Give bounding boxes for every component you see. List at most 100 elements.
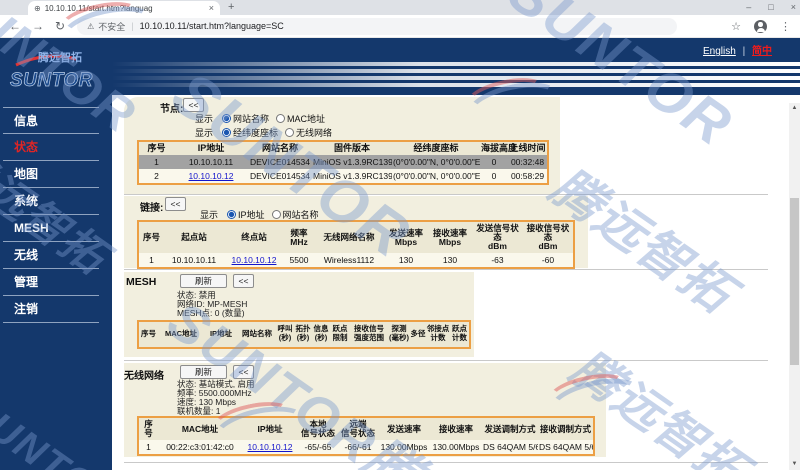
forward-icon[interactable]: → — [32, 19, 44, 33]
url-text: 10.10.10.11/start.htm?language=SC — [140, 21, 284, 31]
col-header: 海拔高度 — [480, 141, 508, 155]
sidebar-item-info[interactable]: 信息 — [3, 107, 99, 134]
sidebar-item-wireless[interactable]: 无线 — [3, 242, 99, 269]
tab-title: 10.10.10.11/start.htm?languag — [45, 4, 205, 13]
node-ip-link[interactable]: 10.10.10.12 — [189, 171, 234, 181]
wireless-refresh-button[interactable]: 刷新 — [180, 365, 227, 379]
radio-mac-address-label: MAC地址 — [287, 112, 325, 125]
col-header: IP地址 — [174, 141, 248, 155]
radio-mac-address[interactable] — [276, 114, 285, 123]
col-header: 接收信号状态 dBm — [523, 221, 574, 253]
browser-tab-strip: ⊕ 10.10.10.11/start.htm?languag × + – □ … — [0, 0, 800, 15]
globe-icon: ⊕ — [34, 4, 41, 13]
banner-stripe — [112, 69, 800, 73]
col-header: 网站名称 — [248, 141, 312, 155]
mesh-status-block: 状态: 禁用 网络ID: MP-MESH MESH点: 0 (数量) — [177, 291, 247, 318]
profile-avatar[interactable] — [754, 20, 767, 33]
link-collapse-button[interactable]: << — [165, 197, 186, 211]
col-header: 无线网络名称 — [314, 221, 384, 253]
node-table-row-selected[interactable]: 1 10.10.10.11 DEVICE014534 MiniOS v1.3.9… — [138, 155, 548, 169]
col-header: 邻接点 计数 — [426, 321, 450, 348]
maximize-icon[interactable]: □ — [768, 0, 773, 14]
back-icon[interactable]: ← — [9, 19, 21, 33]
scroll-up-icon[interactable]: ▲ — [789, 103, 800, 114]
node-table: 序号 IP地址 网站名称 固件版本 经纬度座标 海拔高度 上线时间 1 10.1… — [137, 140, 549, 185]
wireless-collapse-button[interactable]: << — [233, 365, 254, 379]
link-table-header-row: 序号 起点站 终点站 频率 MHz 无线网络名称 发送速率 Mbps 接收速率 … — [138, 221, 574, 253]
radio-wireless-network-label: 无线网络 — [296, 126, 332, 139]
radio-wireless-network[interactable] — [285, 128, 294, 137]
mesh-refresh-button[interactable]: 刷新 — [180, 274, 227, 288]
radio-site-name[interactable] — [222, 114, 231, 123]
language-link-chinese[interactable]: 简中 — [752, 46, 772, 57]
close-icon[interactable]: × — [791, 0, 796, 14]
sidebar-item-logout[interactable]: 注销 — [3, 296, 99, 323]
browser-tab[interactable]: ⊕ 10.10.10.11/start.htm?languag × — [28, 1, 220, 15]
sidebar-item-mesh[interactable]: MESH — [3, 215, 99, 242]
url-input[interactable]: ⚠ 不安全 | 10.10.10.11/start.htm?language=S… — [77, 18, 677, 35]
col-header: 频率 MHz — [284, 221, 314, 253]
sidebar-item-map[interactable]: 地图 — [3, 161, 99, 188]
new-tab-button[interactable]: + — [228, 1, 234, 13]
scrollbar-thumb[interactable] — [790, 198, 799, 365]
section-node: 节点: << 显示 网站名称 MAC地址 显示 经纬度座标 无线网络 序号 — [124, 97, 560, 194]
language-switcher: English | 简中 — [703, 42, 772, 57]
radio-coordinates[interactable] — [222, 128, 231, 137]
banner-stripe — [112, 83, 800, 87]
screen: ⊕ 10.10.10.11/start.htm?languag × + – □ … — [0, 0, 800, 470]
reload-icon[interactable]: ↻ — [55, 19, 65, 33]
radio-ip-address[interactable] — [227, 210, 236, 219]
sidebar-item-management[interactable]: 管理 — [3, 269, 99, 296]
client-ip-link[interactable]: 10.10.10.12 — [248, 442, 293, 452]
mesh-section-label: MESH — [126, 276, 156, 288]
radio-site-name-2[interactable] — [272, 210, 281, 219]
mesh-table-header-row: 序号 MAC地址 IP地址 网站名称 呼叫 (秒) 拓扑 (秒) 信息 (秒) … — [138, 321, 470, 348]
wireless-table-row[interactable]: 1 00:22:c3:01:42:c0 10.10.10.12 -65/-65 … — [138, 440, 594, 455]
col-header: IP地址 — [204, 321, 238, 348]
section-divider — [124, 194, 768, 195]
wireless-status-block: 状态: 基站模式, 启用 频率: 5500.000MHz 速度: 130 Mbp… — [177, 380, 254, 416]
mesh-table: 序号 MAC地址 IP地址 网站名称 呼叫 (秒) 拓扑 (秒) 信息 (秒) … — [137, 320, 471, 349]
url-separator: | — [131, 21, 133, 31]
col-header: 序号 — [138, 221, 164, 253]
banner-stripe — [112, 62, 800, 66]
col-header: 序号 — [138, 321, 158, 348]
minimize-icon[interactable]: – — [746, 0, 751, 14]
content-scrollbar[interactable]: ▲ ▼ — [789, 103, 800, 470]
link-table-row[interactable]: 1 10.10.10.11 10.10.10.12 5500 Wireless1… — [138, 253, 574, 268]
section-divider — [124, 269, 768, 270]
sidebar-item-status[interactable]: 状态 — [3, 134, 99, 161]
link-table: 序号 起点站 终点站 频率 MHz 无线网络名称 发送速率 Mbps 接收速率 … — [137, 220, 575, 269]
col-header: IP地址 — [242, 417, 298, 440]
wireless-section-label: 无线网络 — [124, 367, 164, 382]
bookmark-star-icon[interactable]: ☆ — [731, 20, 741, 33]
col-header: MAC地址 — [158, 417, 242, 440]
link-end-ip-link[interactable]: 10.10.10.12 — [232, 255, 277, 265]
wireless-client-table: 序 号 MAC地址 IP地址 本地 信号状态 远端 信号状态 发送速率 接收速率… — [137, 416, 595, 456]
col-header: 序号 — [138, 141, 174, 155]
col-header: 发送速率 — [378, 417, 430, 440]
section-link: 链接: << 显示 IP地址 网站名称 序号 起点站 终点站 频率 MHz 无线… — [124, 196, 588, 268]
language-separator: | — [743, 46, 746, 57]
col-header: 发送信号状态 dBm — [472, 221, 523, 253]
scroll-down-icon[interactable]: ▼ — [789, 459, 800, 470]
radio-coordinates-label: 经纬度座标 — [233, 126, 278, 139]
col-header: 上线时间 — [508, 141, 548, 155]
window-controls: – □ × — [746, 0, 796, 14]
not-secure-label: 不安全 — [98, 20, 125, 33]
section-wireless: 无线网络 刷新 << 状态: 基站模式, 启用 频率: 5500.000MHz … — [124, 363, 606, 457]
node-table-header-row: 序号 IP地址 网站名称 固件版本 经纬度座标 海拔高度 上线时间 — [138, 141, 548, 155]
mesh-collapse-button[interactable]: << — [233, 274, 254, 288]
node-table-row[interactable]: 2 10.10.10.12 DEVICE014534 MiniOS v1.3.9… — [138, 169, 548, 184]
logo-latin-text: SUNTOR — [10, 70, 93, 91]
node-collapse-button[interactable]: << — [183, 98, 204, 112]
tab-close-icon[interactable]: × — [209, 3, 214, 13]
col-header: 发送调制方式 — [482, 417, 538, 440]
language-link-english[interactable]: English — [703, 46, 736, 57]
sidebar: 信息 状态 地图 系统 MESH 无线 管理 注销 — [0, 95, 112, 470]
not-secure-warning-icon: ⚠ — [87, 22, 94, 31]
browser-menu-icon[interactable]: ⋮ — [780, 20, 791, 33]
col-header: 接收调制方式 — [538, 417, 594, 440]
sidebar-item-system[interactable]: 系统 — [3, 188, 99, 215]
content-frame: 节点: << 显示 网站名称 MAC地址 显示 经纬度座标 无线网络 序号 — [112, 95, 800, 470]
